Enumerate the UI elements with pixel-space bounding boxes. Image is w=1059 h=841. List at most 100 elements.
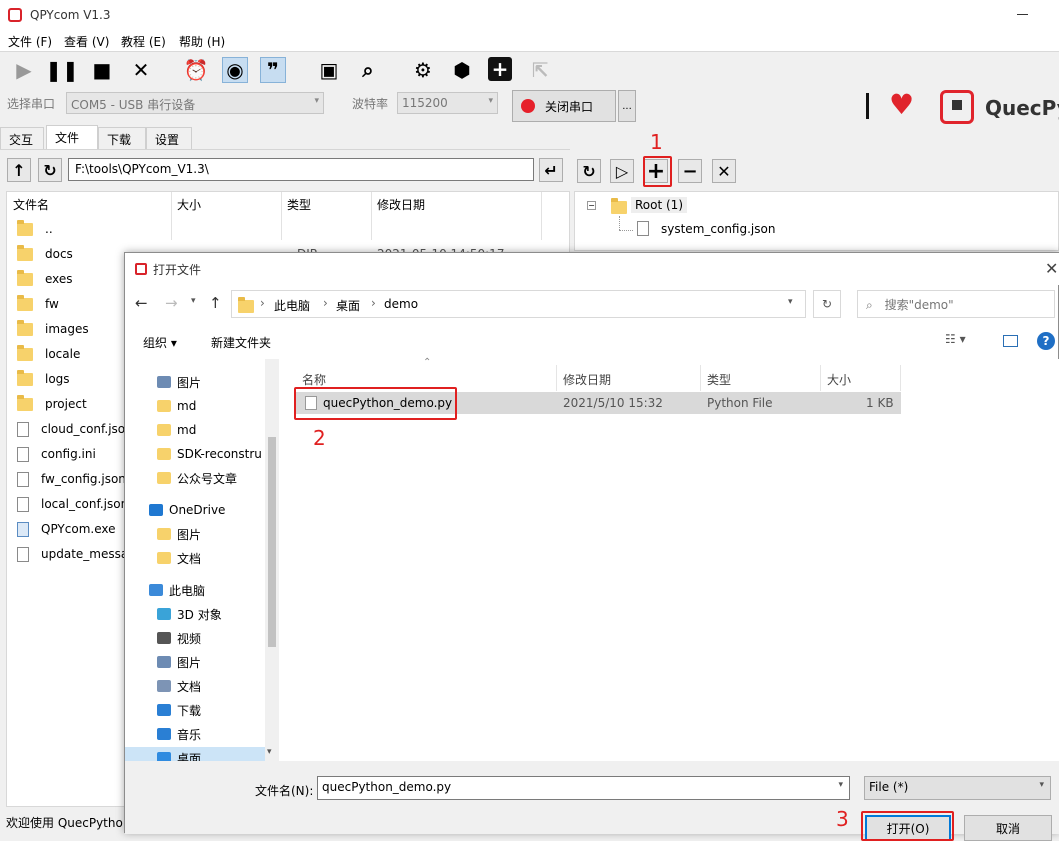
nav-item[interactable]: 文档 <box>157 547 201 569</box>
port-select[interactable]: COM5 - USB 串行设备 ▾ <box>66 92 324 114</box>
headset-icon[interactable]: ◉ <box>222 57 248 83</box>
tab-settings[interactable]: 设置 <box>146 127 192 149</box>
recent-chevron-icon[interactable]: ▾ <box>191 296 196 306</box>
external-link-icon[interactable]: ⇱ <box>527 57 553 83</box>
file-row[interactable]: project <box>17 392 87 416</box>
col-size[interactable]: 大小 <box>177 196 201 213</box>
menu-view[interactable]: 查看 (V) <box>64 33 109 50</box>
nav-item[interactable]: SDK-reconstru <box>157 443 262 465</box>
nav-scrollbar[interactable]: ▾ <box>265 359 279 761</box>
run-icon[interactable]: ▷ <box>610 159 634 183</box>
nav-item[interactable]: 图片 <box>157 651 201 673</box>
tab-download[interactable]: 下载 <box>98 127 146 149</box>
crumb-desktop[interactable]: 桌面 <box>336 297 360 314</box>
enter-icon[interactable]: ↵ <box>539 158 563 182</box>
file-row[interactable]: update_messag <box>17 542 136 566</box>
organize-button[interactable]: 组织 ▾ <box>143 334 177 351</box>
nav-item[interactable]: 音乐 <box>157 723 201 745</box>
col-modified[interactable]: 修改日期 <box>563 371 611 388</box>
close-x-icon[interactable]: ✕ <box>128 57 154 83</box>
filter-select[interactable]: File (*) ▾ <box>864 776 1051 800</box>
package-icon[interactable]: ⬢ <box>449 57 475 83</box>
new-folder-button[interactable]: 新建文件夹 <box>211 334 271 351</box>
baud-select[interactable]: 115200 ▾ <box>397 92 498 114</box>
col-name[interactable]: 名称 <box>302 371 326 388</box>
close-icon[interactable]: ✕ <box>1045 259 1058 278</box>
nav-item[interactable]: 下载 <box>157 699 201 721</box>
crumb-this-pc[interactable]: 此电脑 <box>274 297 310 314</box>
nav-item[interactable]: 公众号文章 <box>157 467 237 489</box>
view-options-icon[interactable]: ☷ ▾ <box>945 332 966 346</box>
cancel-button[interactable]: 取消 <box>964 815 1052 841</box>
tab-interact[interactable]: 交互 <box>0 127 44 149</box>
help-icon[interactable]: ? <box>1037 332 1055 350</box>
file-row[interactable]: QPYcom.exe <box>17 517 115 541</box>
file-row[interactable]: cloud_conf.json <box>17 417 133 441</box>
preview-pane-icon[interactable] <box>1003 335 1018 347</box>
close-port-button[interactable]: 关闭串口 <box>512 90 616 122</box>
chevron-down-icon[interactable]: ▾ <box>788 297 793 307</box>
tab-files[interactable]: 文件 <box>46 125 98 149</box>
scroll-thumb[interactable] <box>268 437 276 647</box>
file-row[interactable]: fw_config.json <box>17 467 126 491</box>
remove-file-icon[interactable]: − <box>678 159 702 183</box>
col-size[interactable]: 大小 <box>827 371 851 388</box>
back-arrow-icon[interactable]: ← <box>135 294 148 312</box>
save-icon[interactable]: ▣ <box>316 57 342 83</box>
file-row[interactable]: exes <box>17 267 73 291</box>
nav-item[interactable]: 视频 <box>157 627 201 649</box>
nav-item[interactable]: md <box>157 395 196 417</box>
refresh-icon[interactable]: ↻ <box>577 159 601 183</box>
file-row[interactable]: fw <box>17 292 59 316</box>
pause-icon[interactable]: ❚❚ <box>45 57 79 83</box>
music-icon <box>157 728 171 740</box>
play-icon[interactable]: ▶ <box>11 57 37 83</box>
gear-icon[interactable]: ⚙ <box>410 57 436 83</box>
file-type: Python File <box>707 396 773 410</box>
menu-tutorial[interactable]: 教程 (E) <box>121 33 166 50</box>
quote-icon[interactable]: ❞ <box>260 57 286 83</box>
address-bar[interactable]: › 此电脑 › 桌面 › demo ▾ <box>231 290 806 318</box>
delete-icon[interactable]: ✕ <box>712 159 736 183</box>
nav-item[interactable]: 图片 <box>157 371 201 393</box>
nav-item[interactable]: md <box>157 419 196 441</box>
search-input[interactable]: ⌕ 搜索"demo" <box>857 290 1055 318</box>
file-row[interactable]: docs <box>17 242 73 266</box>
file-row[interactable]: locale <box>17 342 80 366</box>
more-button[interactable]: ... <box>618 90 636 122</box>
add-box-icon[interactable]: + <box>488 57 512 81</box>
up-arrow-icon[interactable]: ↑ <box>209 294 222 312</box>
up-arrow-icon[interactable]: ↑ <box>7 158 31 182</box>
file-row[interactable]: .. <box>17 217 53 241</box>
col-filename[interactable]: 文件名 <box>13 196 49 213</box>
refresh-icon[interactable]: ↻ <box>38 158 62 182</box>
col-type[interactable]: 类型 <box>707 371 731 388</box>
folder-icon <box>157 552 171 564</box>
nav-item[interactable]: 此电脑 <box>149 579 205 601</box>
refresh-icon[interactable]: ↻ <box>813 290 841 318</box>
minimize-icon[interactable] <box>1017 14 1028 15</box>
nav-item[interactable]: OneDrive <box>149 499 225 521</box>
tree-child[interactable]: system_config.json <box>661 222 775 236</box>
nav-item[interactable]: 文档 <box>157 675 201 697</box>
nav-item[interactable]: 3D 对象 <box>157 603 222 625</box>
alarm-clock-icon[interactable]: ⏰ <box>183 57 209 83</box>
file-row[interactable]: images <box>17 317 89 341</box>
file-row[interactable]: local_conf.json <box>17 492 128 516</box>
stop-icon[interactable]: ■ <box>89 57 115 83</box>
nav-item[interactable]: 图片 <box>157 523 201 545</box>
file-row[interactable]: config.ini <box>17 442 96 466</box>
path-input[interactable]: F:\tools\QPYcom_V1.3\ <box>68 158 534 181</box>
file-row[interactable]: logs <box>17 367 70 391</box>
chevron-down-icon[interactable]: ▾ <box>267 747 272 757</box>
col-type[interactable]: 类型 <box>287 196 311 213</box>
tree-root[interactable]: Root (1) <box>631 197 687 213</box>
search-icon[interactable]: ⌕ <box>355 57 381 83</box>
menu-help[interactable]: 帮助 (H) <box>179 33 225 50</box>
collapse-icon[interactable]: − <box>587 201 596 210</box>
menu-file[interactable]: 文件 (F) <box>8 33 52 50</box>
forward-arrow-icon[interactable]: → <box>165 294 178 312</box>
crumb-demo[interactable]: demo <box>384 297 418 311</box>
col-date[interactable]: 修改日期 <box>377 196 425 213</box>
filename-input[interactable]: quecPython_demo.py ▾ <box>317 776 850 800</box>
